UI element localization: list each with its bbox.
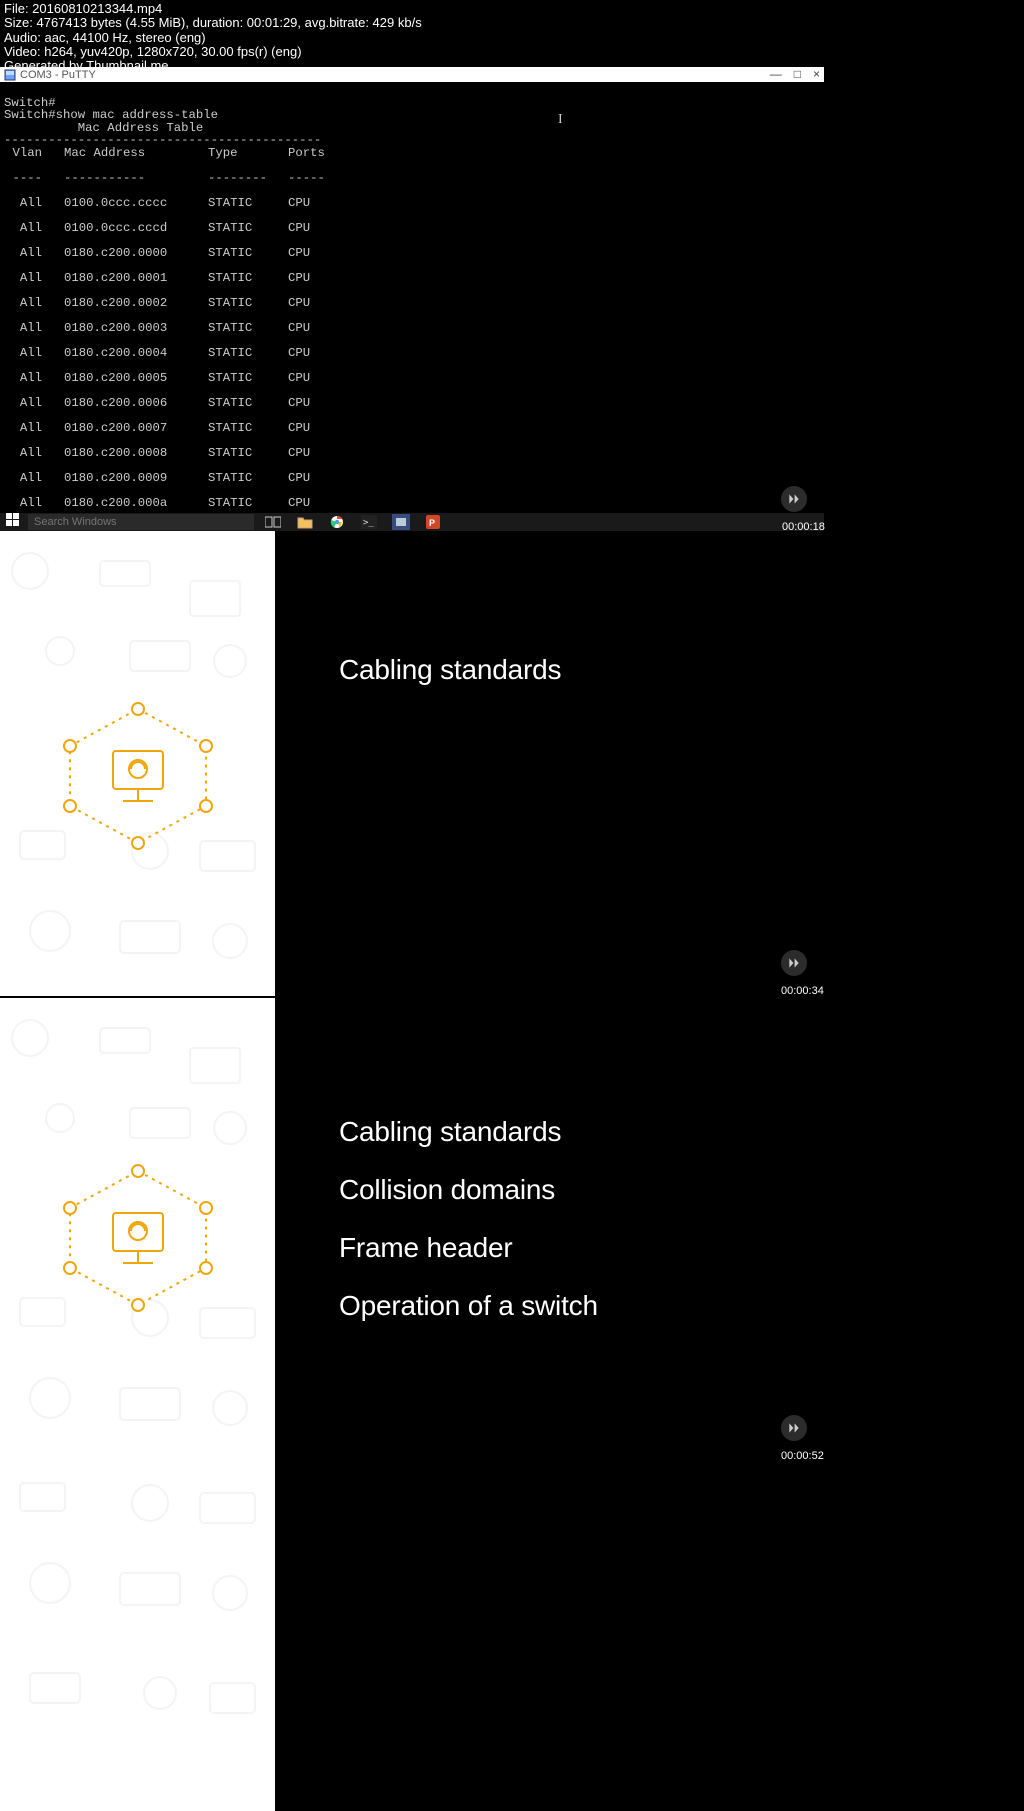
play-next-button[interactable] — [781, 1415, 807, 1441]
text-cursor-icon: I — [558, 112, 563, 128]
thumb-timestamp: 00:00:34 — [781, 985, 824, 997]
terminal-row: All0180.c200.0003STATICCPU — [4, 322, 820, 335]
thumb-timestamp: 00:00:52 — [781, 1450, 824, 1462]
putty-titlebar[interactable]: COM3 - PuTTY — □ × — [0, 67, 824, 82]
terminal-line: VlanMac AddressTypePorts — [4, 147, 820, 160]
terminal-row: All0180.c200.0008STATICCPU — [4, 447, 820, 460]
maximize-button[interactable]: □ — [794, 67, 801, 81]
terminal-row: All0180.c200.0002STATICCPU — [4, 297, 820, 310]
file-explorer-icon[interactable] — [296, 514, 314, 530]
slide-content: Cabling standards — [275, 531, 824, 996]
svg-text:P: P — [429, 518, 435, 528]
terminal-row: All0180.c200.0004STATICCPU — [4, 347, 820, 360]
slide-panel: Cabling standards Collision domains Fram… — [0, 998, 824, 1463]
play-next-button[interactable] — [781, 486, 807, 512]
terminal-row: All0180.c200.0000STATICCPU — [4, 247, 820, 260]
powerpoint-icon[interactable]: P — [424, 514, 442, 530]
cmd-icon[interactable]: >_ — [360, 514, 378, 530]
terminal-row: All0180.c200.000aSTATICCPU — [4, 497, 820, 510]
play-next-button[interactable] — [781, 950, 807, 976]
network-hex-icon — [58, 701, 218, 856]
terminal-row: All0180.c200.0005STATICCPU — [4, 372, 820, 385]
slide-bullet: Cabling standards — [339, 1103, 824, 1161]
chrome-icon[interactable] — [328, 514, 346, 530]
terminal-row: All0180.c200.0006STATICCPU — [4, 397, 820, 410]
slide-panel: Cabling standards — [0, 531, 824, 996]
slide-bullet: Cabling standards — [339, 641, 824, 699]
file-info-header: File: 20160810213344.mp4 Size: 4767413 b… — [0, 0, 1024, 75]
slide-bullet: Frame header — [339, 1219, 824, 1277]
slide-bullet: Collision domains — [339, 1161, 824, 1219]
putty-taskbar-icon[interactable] — [392, 514, 410, 530]
file-info-line: Audio: aac, 44100 Hz, stereo (eng) — [4, 31, 1020, 45]
slide-content — [275, 1463, 824, 1811]
search-input[interactable] — [28, 514, 254, 530]
minimize-button[interactable]: — — [770, 67, 782, 81]
slide-content: Cabling standards Collision domains Fram… — [275, 998, 824, 1463]
terminal-row: All0180.c200.0001STATICCPU — [4, 272, 820, 285]
terminal-row: All0180.c200.0009STATICCPU — [4, 472, 820, 485]
putty-icon — [4, 69, 16, 81]
slide-panel — [0, 1463, 824, 1811]
task-view-icon[interactable] — [264, 514, 282, 530]
windows-taskbar[interactable]: >_ P — [0, 513, 824, 531]
terminal-row: All0100.0ccc.ccccSTATICCPU — [4, 197, 820, 210]
slide-bullet: Operation of a switch — [339, 1277, 824, 1335]
file-info-line: Size: 4767413 bytes (4.55 MiB), duration… — [4, 16, 1020, 30]
terminal-row: All0100.0ccc.cccdSTATICCPU — [4, 222, 820, 235]
putty-title: COM3 - PuTTY — [20, 69, 96, 81]
start-button[interactable] — [6, 513, 20, 532]
slide-side-graphic — [0, 998, 275, 1463]
slide-side-graphic — [0, 531, 275, 996]
svg-text:>_: >_ — [363, 518, 374, 528]
terminal-line: ---------------------------- — [4, 172, 820, 185]
close-button[interactable]: × — [813, 67, 820, 81]
taskbar-icons: >_ P — [264, 514, 442, 530]
slide-side-graphic — [0, 1463, 275, 1811]
network-hex-icon — [58, 1163, 218, 1318]
terminal-row: All0180.c200.0007STATICCPU — [4, 422, 820, 435]
file-info-line: Video: h264, yuv420p, 1280x720, 30.00 fp… — [4, 45, 1020, 59]
file-info-line: File: 20160810213344.mp4 — [4, 2, 1020, 16]
terminal-line: ----------------------------------------… — [4, 133, 321, 147]
